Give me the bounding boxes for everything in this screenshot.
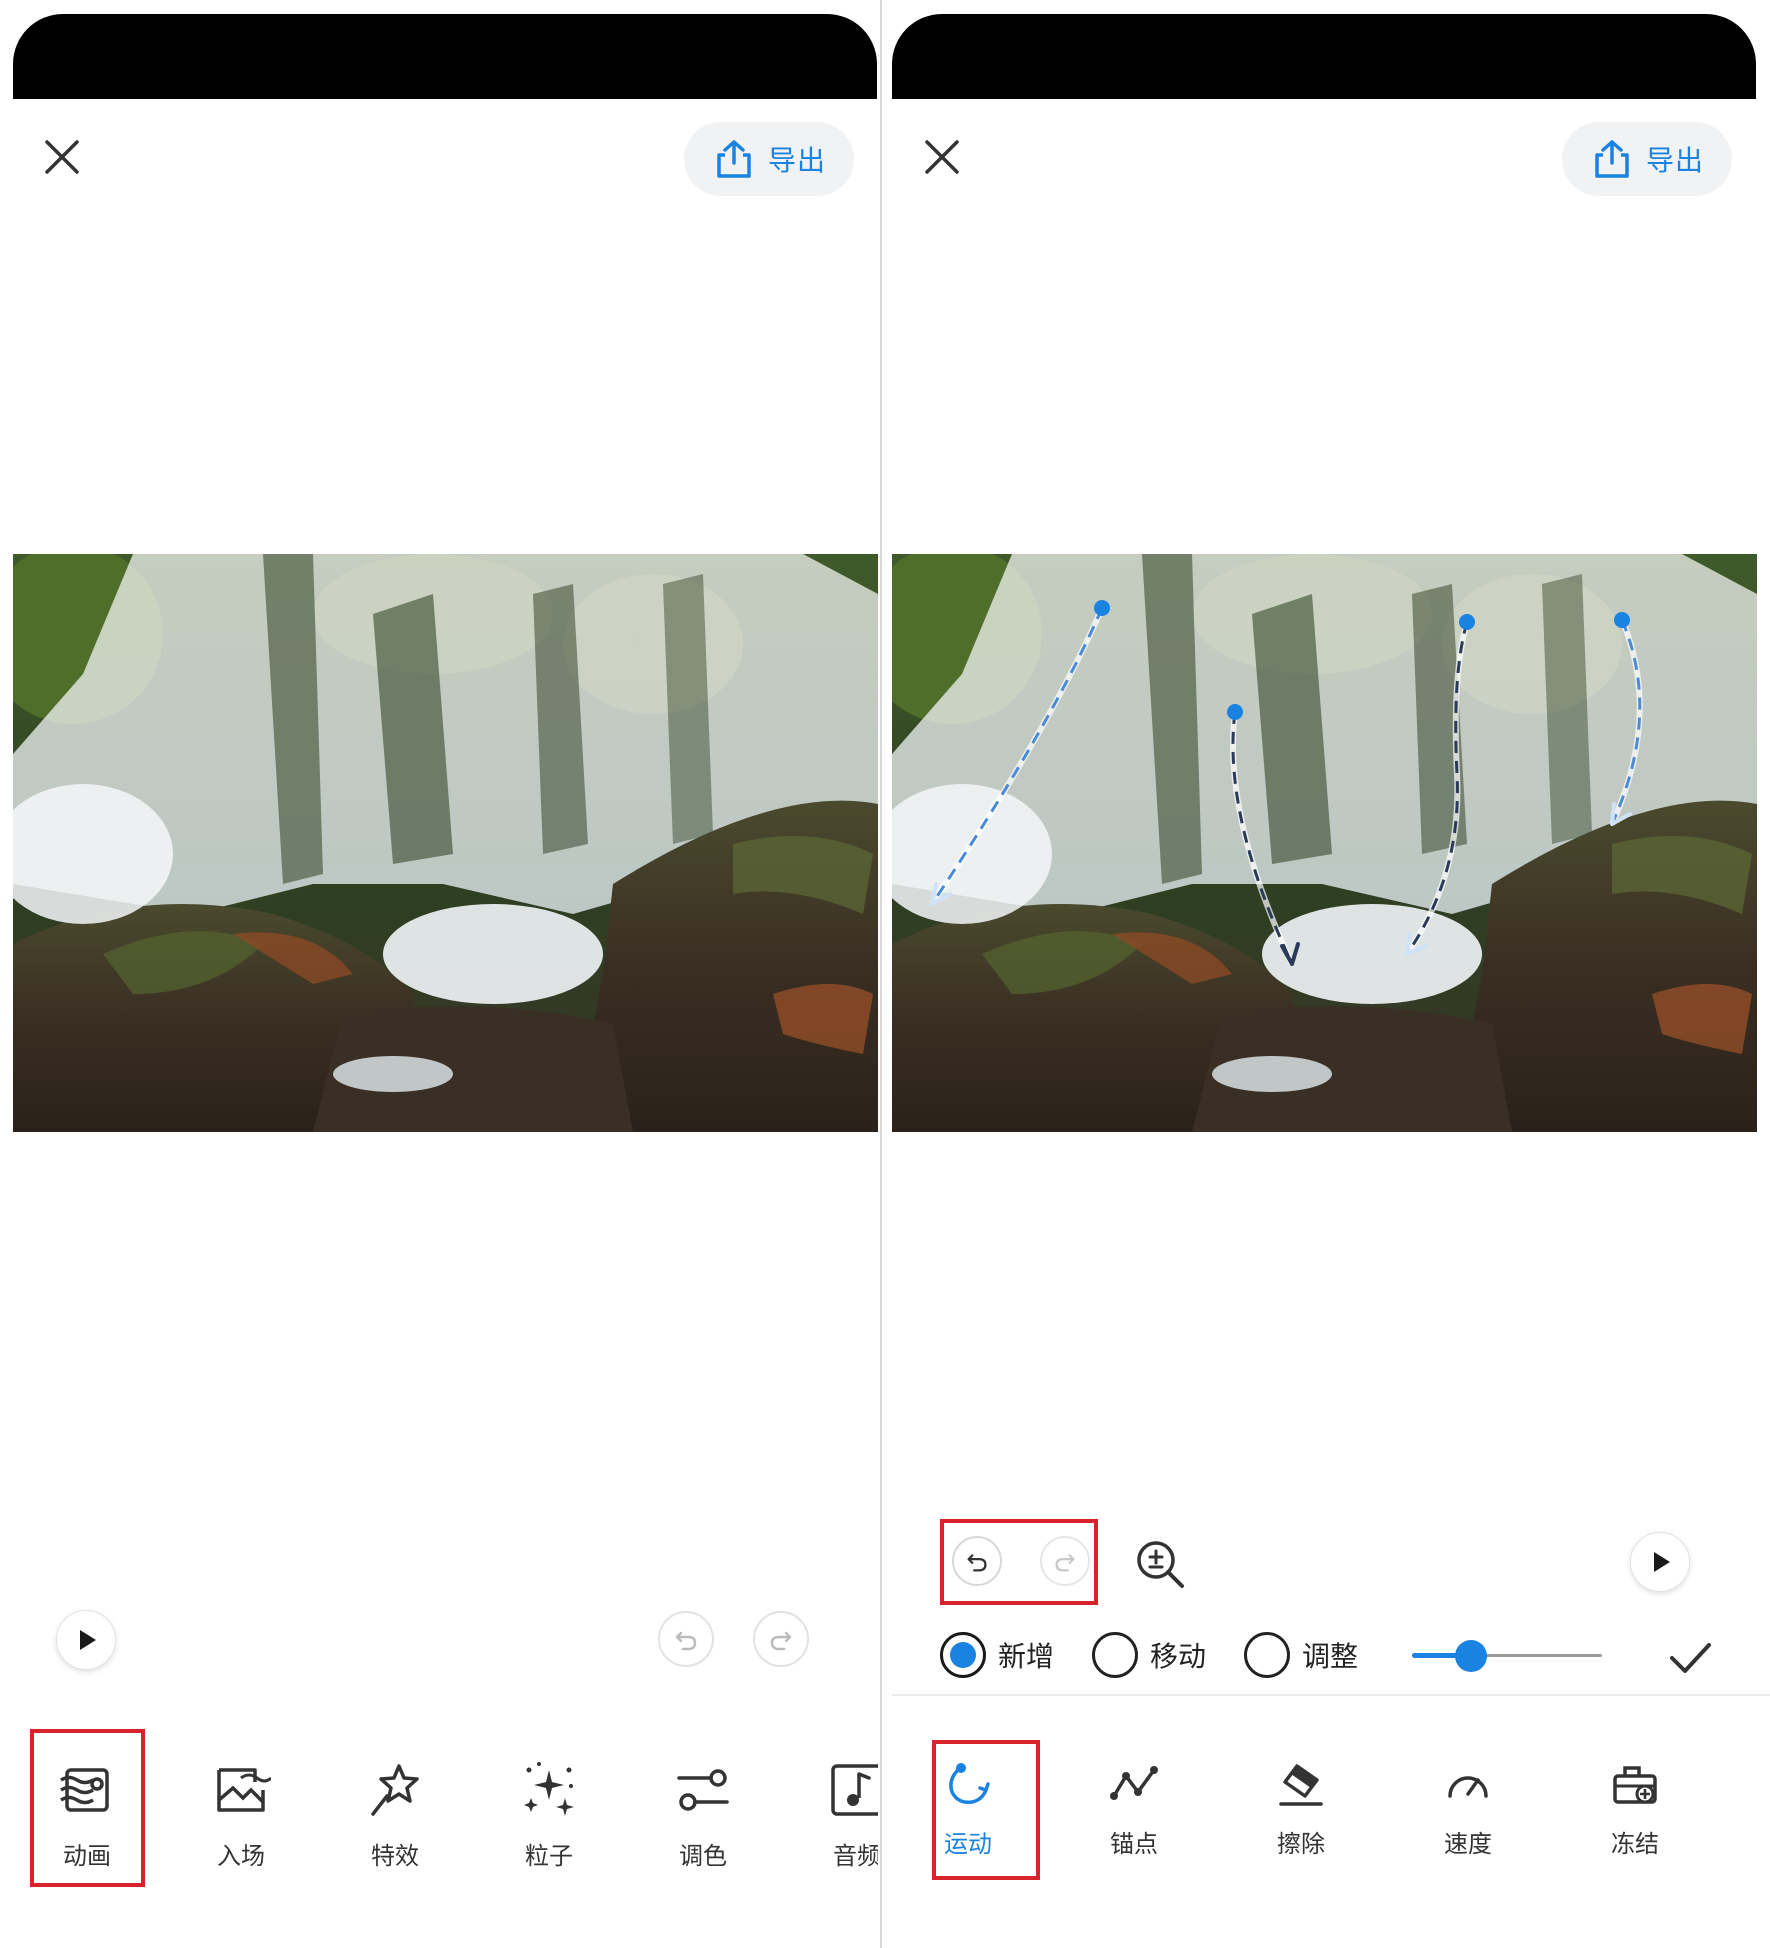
tool-anchor[interactable]: 锚点 [1079, 1720, 1189, 1870]
photo-motion-canvas[interactable] [892, 554, 1757, 1132]
edit-toolbar: 动画 入场 特效 粒子 调色 音频 [30, 1730, 878, 1890]
export-label: 导出 [1645, 145, 1704, 176]
share-icon [712, 137, 756, 181]
tool-animation[interactable]: 动画 [31, 1730, 143, 1890]
tool-label: 入场 [217, 1843, 265, 1870]
play-icon [1654, 1552, 1670, 1572]
play-button[interactable] [56, 1610, 116, 1670]
redo-button[interactable] [753, 1611, 809, 1667]
tool-label: 速度 [1444, 1831, 1492, 1858]
tool-label: 特效 [371, 1843, 419, 1870]
speed-icon [1448, 1776, 1488, 1798]
undo-button[interactable] [952, 1536, 1002, 1586]
share-icon [1590, 137, 1634, 181]
tool-label: 擦除 [1277, 1831, 1325, 1858]
play-button[interactable] [1630, 1532, 1690, 1592]
tool-freeze[interactable]: 冻结 [1580, 1720, 1690, 1870]
tool-particles[interactable]: 粒子 [493, 1730, 605, 1890]
redo-icon [1055, 1554, 1075, 1572]
tool-motion[interactable]: 运动 [913, 1720, 1023, 1870]
play-icon [80, 1630, 96, 1650]
mode-move[interactable]: 移动 [1092, 1632, 1206, 1678]
tool-label: 动画 [63, 1843, 111, 1870]
motion-icon [949, 1763, 990, 1805]
animation-icon [60, 1768, 109, 1812]
right-screen: 导出 新增 移动 调整 运动 锚点 擦除 速度 冻结 [892, 0, 1770, 1948]
mode-add[interactable]: 新增 [940, 1632, 1054, 1678]
undo-icon [675, 1631, 697, 1651]
undo-button[interactable] [658, 1611, 714, 1667]
anchor-icon [1110, 1766, 1158, 1800]
panel-divider [880, 0, 882, 1948]
left-screen: 导出 动画 入场 特效 粒子 调色 音频 [0, 0, 878, 1948]
mode-selector: 新增 移动 调整 [940, 1630, 1396, 1680]
tool-label: 粒子 [525, 1843, 573, 1870]
tool-label: 冻结 [1611, 1831, 1659, 1858]
eraser-icon [1279, 1764, 1323, 1806]
waterfall-photo [13, 554, 878, 1132]
audio-icon [831, 1764, 878, 1816]
export-button[interactable]: 导出 [1562, 122, 1732, 196]
tool-label: 音频 [833, 1843, 878, 1870]
mode-adjust[interactable]: 调整 [1244, 1632, 1358, 1678]
status-bar [892, 14, 1756, 99]
check-icon [1670, 1643, 1711, 1673]
undo-icon [967, 1554, 987, 1572]
export-label: 导出 [767, 145, 826, 176]
brush-size-slider[interactable] [1412, 1638, 1602, 1674]
tool-label: 运动 [944, 1831, 992, 1858]
redo-icon [770, 1631, 792, 1651]
color-adjust-icon [677, 1769, 729, 1811]
tool-label: 锚点 [1110, 1831, 1158, 1858]
tool-eraser[interactable]: 擦除 [1246, 1720, 1356, 1870]
export-button[interactable]: 导出 [684, 122, 854, 196]
tool-effects[interactable]: 特效 [339, 1730, 451, 1890]
radio-unselected[interactable] [1092, 1632, 1139, 1678]
motion-toolbar: 运动 锚点 擦除 速度 冻结 [892, 1720, 1770, 1880]
redo-button[interactable] [1040, 1536, 1090, 1586]
divider [892, 1694, 1770, 1696]
radio-unselected[interactable] [1244, 1632, 1291, 1678]
close-button[interactable] [40, 135, 84, 179]
waterfall-photo [892, 554, 1757, 1132]
entrance-icon [217, 1768, 271, 1812]
freeze-icon [1613, 1766, 1657, 1804]
slider-knob[interactable] [1454, 1640, 1487, 1672]
tool-speed[interactable]: 速度 [1413, 1720, 1523, 1870]
mode-label: 移动 [1150, 1641, 1207, 1672]
zoom-button[interactable] [1132, 1536, 1188, 1592]
effects-icon [371, 1764, 419, 1816]
tool-label: 调色 [679, 1843, 727, 1870]
close-icon [925, 140, 959, 174]
close-icon [45, 140, 79, 174]
tool-color-adjust[interactable]: 调色 [647, 1730, 759, 1890]
status-bar [13, 14, 877, 99]
confirm-button[interactable] [1666, 1634, 1714, 1682]
mode-label: 新增 [998, 1641, 1055, 1672]
close-button[interactable] [920, 135, 964, 179]
radio-selected[interactable] [940, 1632, 986, 1678]
tool-audio[interactable]: 音频 [801, 1730, 878, 1890]
zoom-icon [1137, 1541, 1184, 1588]
photo-preview[interactable] [13, 554, 878, 1132]
particles-icon [524, 1762, 574, 1816]
tool-entrance[interactable]: 入场 [185, 1730, 297, 1890]
mode-label: 调整 [1302, 1641, 1359, 1672]
